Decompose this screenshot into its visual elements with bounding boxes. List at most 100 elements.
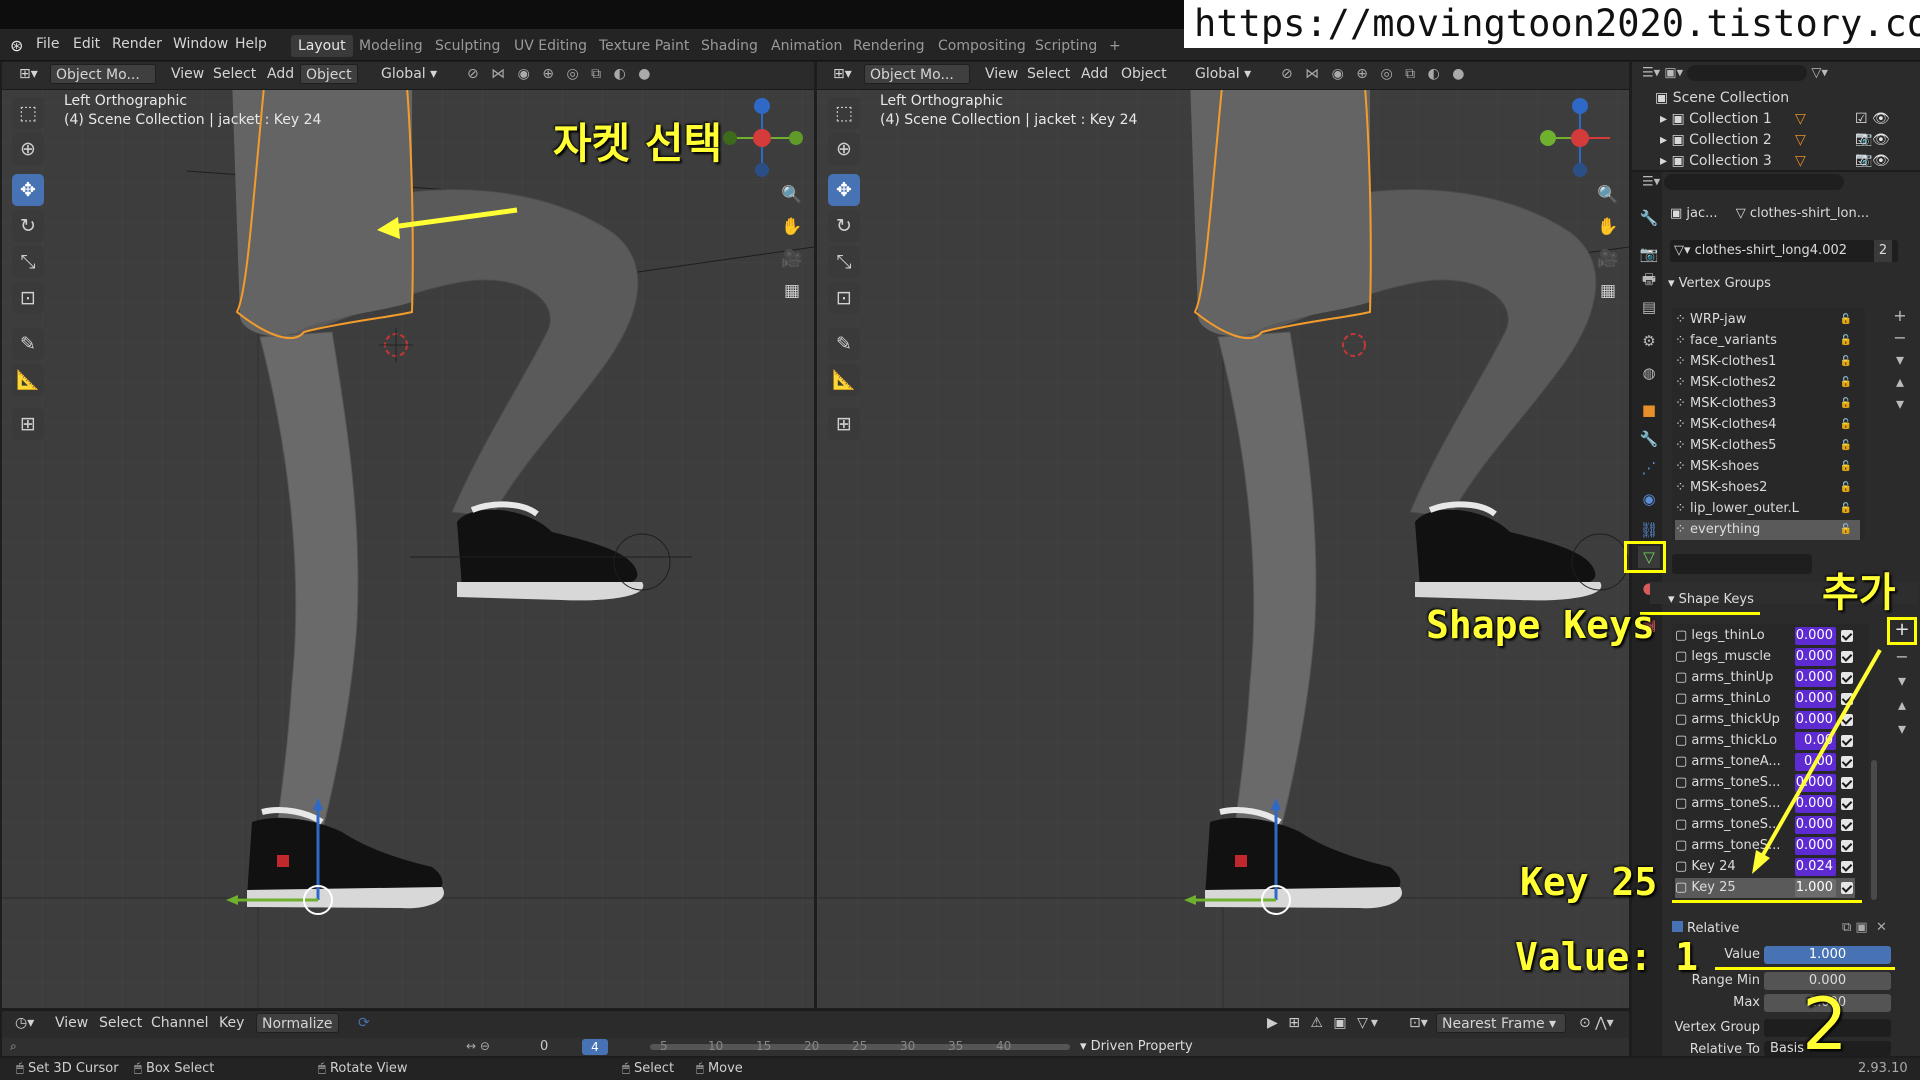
vp-menu-add[interactable]: Add	[262, 64, 299, 84]
tab-modeling[interactable]: Modeling	[352, 35, 430, 57]
vertex-group-filter-field[interactable]	[1672, 554, 1812, 574]
viewport-header-tools[interactable]: ⊘ ⋈ ◉ ⊕ ◎ ⧉ ◐ ●	[462, 64, 792, 84]
lock-icon[interactable]: 🔓	[1840, 352, 1852, 372]
interp-dropdown[interactable]: Nearest Frame ▾	[1436, 1013, 1566, 1033]
tab-animation[interactable]: Animation	[764, 35, 849, 57]
tab-uv-editing[interactable]: UV Editing	[507, 35, 594, 57]
orientation-dropdown-2[interactable]: Global ▾	[1190, 64, 1256, 84]
outliner-item[interactable]: ▸ ▣ Collection 2 ▽ ☑ 👁 📷	[1660, 130, 1910, 168]
add-cube-tool-icon[interactable]: ⊞	[12, 408, 44, 440]
timeline-current-frame[interactable]: 4	[582, 1039, 608, 1055]
menu-file[interactable]: File	[36, 36, 59, 52]
output-tab-icon[interactable]: 🖶	[1638, 268, 1660, 290]
shape-key-side-buttons[interactable]: − ▾ ▴ ▾	[1892, 645, 1912, 765]
select-box-tool-icon[interactable]: ⬚	[12, 97, 44, 129]
vp2-menu-object[interactable]: Object	[1116, 64, 1172, 84]
vertex-group-row[interactable]: ⁘ MSK-clothes4 🔓	[1675, 415, 1860, 435]
tab-texture-paint[interactable]: Texture Paint	[592, 35, 696, 57]
vp2-menu-select[interactable]: Select	[1022, 64, 1075, 84]
timeline-range-icon[interactable]: ↔ ⊖	[466, 1039, 490, 1053]
tab-sculpting[interactable]: Sculpting	[428, 35, 507, 57]
move-tool-icon[interactable]: ✥	[12, 174, 44, 206]
modifier-tab-icon[interactable]: 🔧	[1638, 428, 1660, 450]
measure-tool-icon-2[interactable]: 📐	[828, 364, 860, 396]
camera-icon[interactable]: 🎥	[778, 245, 806, 273]
vertex-group-side-buttons[interactable]: + − ▾ ▴ ▾	[1890, 305, 1910, 415]
tab-scripting[interactable]: Scripting	[1028, 35, 1104, 57]
timeline-filter-icons[interactable]: ▶ ⊞ ⚠ ▣ ▽▾	[1262, 1013, 1422, 1033]
lock-icon[interactable]: 🔓	[1840, 520, 1852, 540]
tab-layout[interactable]: Layout	[291, 35, 353, 57]
snap-icon[interactable]: ⊡▾	[1404, 1013, 1433, 1033]
transform-tool-icon-2[interactable]: ⊡	[828, 282, 860, 314]
vp-menu-object[interactable]: Object	[300, 64, 358, 84]
zoom-icon-2[interactable]: 🔍	[1594, 181, 1622, 209]
outliner-item[interactable]: ▸ ▣ Collection 3▽☑ 👁 📷	[1660, 151, 1910, 189]
orientation-dropdown[interactable]: Global ▾	[376, 64, 442, 84]
scene-tab-icon[interactable]: ⚙	[1638, 330, 1660, 352]
measure-tool-icon[interactable]: 📐	[12, 364, 44, 396]
mode-dropdown[interactable]: Object Mo...	[50, 64, 156, 84]
lock-icon[interactable]: 🔓	[1840, 478, 1852, 498]
scale-tool-icon-2[interactable]: ⤡	[828, 246, 860, 278]
menu-help[interactable]: Help	[235, 36, 267, 52]
tab-compositing[interactable]: Compositing	[931, 35, 1033, 57]
editor-type-icon[interactable]: ⊞▾	[14, 64, 43, 84]
lock-icon[interactable]: 🔓	[1840, 373, 1852, 393]
vertex-group-row[interactable]: ⁘ MSK-clothes3 🔓	[1675, 394, 1860, 414]
annotate-tool-icon[interactable]: ✎	[12, 328, 44, 360]
select-box-tool-icon-2[interactable]: ⬚	[828, 97, 860, 129]
physics-tab-icon[interactable]: ◉	[1638, 488, 1660, 510]
vertex-group-row[interactable]: ⁘ MSK-clothes1 🔓	[1675, 352, 1860, 372]
timeline-menu-channel[interactable]: Channel	[146, 1013, 213, 1033]
vp-menu-view[interactable]: View	[166, 64, 209, 84]
relative-extra-buttons[interactable]: ⧉ ▣ ✕	[1842, 920, 1912, 938]
menu-render[interactable]: Render	[112, 36, 162, 52]
timeline-menu-view[interactable]: View	[50, 1013, 93, 1033]
outliner-search-field[interactable]	[1687, 65, 1808, 81]
lock-icon[interactable]: 🔓	[1840, 457, 1852, 477]
vertex-group-row[interactable]: ⁘ everything 🔓	[1675, 520, 1860, 540]
pan-hand-icon-2[interactable]: ✋	[1594, 213, 1622, 241]
viewport-right[interactable]	[817, 62, 1629, 1008]
blender-logo-icon[interactable]: ⊛	[10, 36, 28, 55]
move-tool-icon-2[interactable]: ✥	[828, 174, 860, 206]
pan-hand-icon[interactable]: ✋	[778, 213, 806, 241]
lock-icon[interactable]: 🔓	[1840, 499, 1852, 519]
mesh-users-count[interactable]: 2	[1874, 240, 1892, 262]
cursor-tool-icon-2[interactable]: ⊕	[828, 133, 860, 165]
menu-window[interactable]: Window	[173, 36, 228, 52]
vp2-menu-view[interactable]: View	[980, 64, 1023, 84]
vertex-group-row[interactable]: ⁘ MSK-shoes2 🔓	[1675, 478, 1860, 498]
object-tab-icon[interactable]: ■	[1638, 399, 1660, 421]
timeline-menu-select[interactable]: Select	[94, 1013, 147, 1033]
proportional-icon[interactable]: ⊙ ⋀▾	[1574, 1013, 1619, 1033]
cursor-tool-icon[interactable]: ⊕	[12, 133, 44, 165]
vp2-menu-add[interactable]: Add	[1076, 64, 1113, 84]
world-tab-icon[interactable]: ◍	[1638, 362, 1660, 384]
editor-type-icon-2[interactable]: ⊞▾	[828, 64, 857, 84]
vertex-group-row[interactable]: ⁘ MSK-shoes 🔓	[1675, 457, 1860, 477]
shape-key-value[interactable]: 1.000	[1795, 879, 1836, 897]
tab-rendering[interactable]: Rendering	[846, 35, 932, 57]
annotate-tool-icon-2[interactable]: ✎	[828, 328, 860, 360]
viewport-header-tools-2[interactable]: ⊘ ⋈ ◉ ⊕ ◎ ⧉ ◐ ●	[1276, 64, 1621, 84]
scale-tool-icon[interactable]: ⤡	[12, 246, 44, 278]
value-slider[interactable]: 1.000	[1764, 946, 1891, 964]
lock-icon[interactable]: 🔓	[1840, 310, 1852, 330]
lock-icon[interactable]: 🔓	[1840, 394, 1852, 414]
grid-view-icon-2[interactable]: ▦	[1594, 277, 1622, 305]
sync-icon[interactable]: ⟳	[353, 1013, 375, 1033]
lock-icon[interactable]: 🔓	[1840, 331, 1852, 351]
outliner-scene-collection[interactable]: ▣ Scene Collection	[1655, 88, 1789, 108]
zoom-icon[interactable]: 🔍	[778, 181, 806, 209]
lock-icon[interactable]: 🔓	[1840, 415, 1852, 435]
vertex-group-row[interactable]: ⁘ WRP-jaw 🔓	[1675, 310, 1860, 330]
tool-tab-icon[interactable]: 🔧	[1638, 207, 1660, 229]
timeline-search-icon[interactable]: ⌕	[10, 1039, 22, 1054]
vertex-group-row[interactable]: ⁘ lip_lower_outer.L 🔓	[1675, 499, 1860, 519]
shape-key-mute-checkbox[interactable]	[1841, 882, 1853, 894]
grid-view-icon[interactable]: ▦	[778, 277, 806, 305]
view-layer-tab-icon[interactable]: ▤	[1638, 296, 1660, 318]
timeline-menu-key[interactable]: Key	[214, 1013, 249, 1033]
